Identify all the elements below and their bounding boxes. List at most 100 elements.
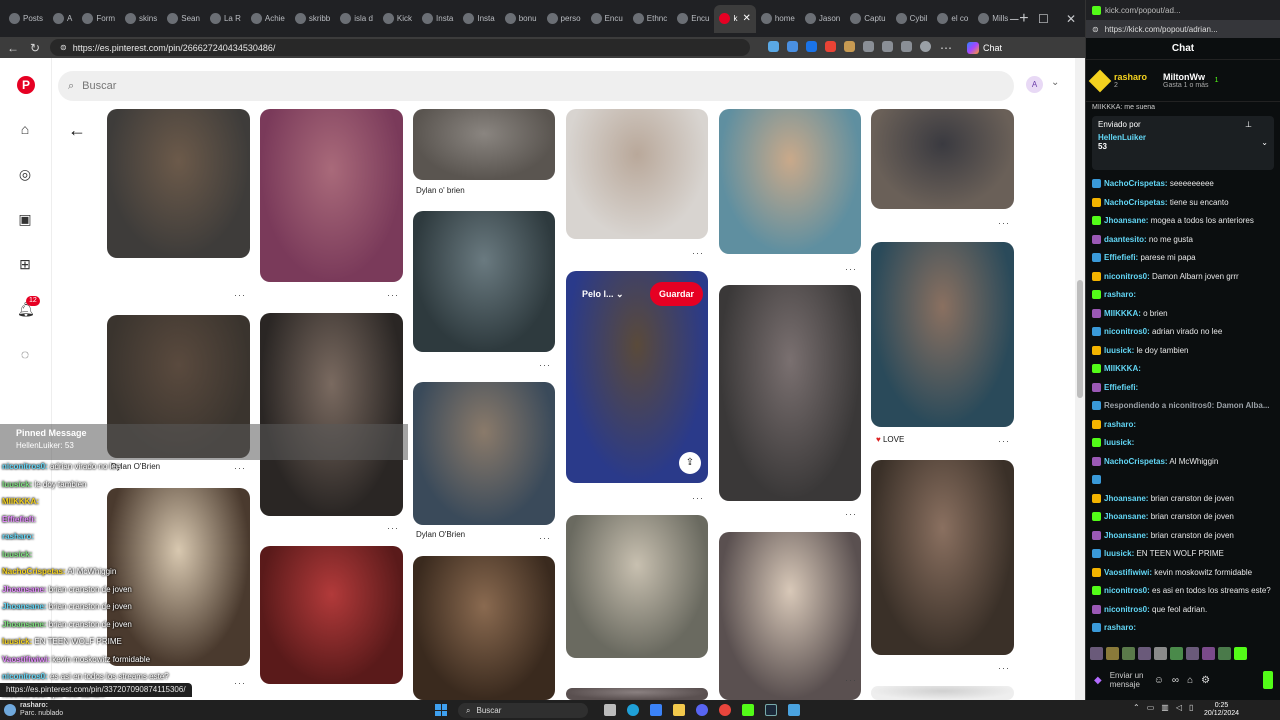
- site-info-icon[interactable]: ⊜: [1092, 25, 1099, 34]
- emote[interactable]: [1154, 646, 1167, 660]
- start-button[interactable]: [435, 704, 447, 716]
- more-menu-icon[interactable]: ⋯: [939, 41, 953, 55]
- more-options-icon[interactable]: ···: [692, 248, 704, 258]
- browser-tab[interactable]: k ✕: [714, 4, 756, 33]
- network-icon[interactable]: ▥: [1161, 703, 1169, 712]
- browser-tab[interactable]: isla d: [335, 5, 378, 33]
- pin-image[interactable]: [107, 109, 250, 258]
- mic-icon[interactable]: ◆: [1094, 675, 1102, 686]
- pinterest-logo-icon[interactable]: P: [17, 76, 35, 94]
- chat-username[interactable]: Jhoansane:: [1104, 531, 1148, 540]
- pin-image[interactable]: [871, 460, 1014, 655]
- browser-tab[interactable]: Cybil: [891, 5, 933, 33]
- site-info-icon[interactable]: ⊜: [60, 43, 67, 52]
- pin-image[interactable]: [107, 315, 250, 458]
- more-options-icon[interactable]: ···: [387, 290, 399, 300]
- pin-image[interactable]: [260, 109, 403, 282]
- chat-username[interactable]: MIIKKKA:: [1104, 364, 1141, 373]
- discord-icon[interactable]: [696, 704, 708, 716]
- more-options-icon[interactable]: ···: [539, 533, 551, 543]
- pin-image[interactable]: [107, 488, 250, 666]
- profile-avatar[interactable]: [920, 40, 931, 52]
- chat-username[interactable]: NachoCrispetas:: [1104, 198, 1168, 207]
- browser-tab[interactable]: skribb: [290, 5, 335, 33]
- edge-icon[interactable]: [627, 704, 639, 716]
- extension-icon[interactable]: [787, 40, 798, 52]
- chevron-down-icon[interactable]: ⌄: [1261, 138, 1268, 147]
- emoji-icon[interactable]: ☺: [1154, 675, 1164, 686]
- chat-username[interactable]: Jhoansane:: [1104, 512, 1148, 521]
- pin-image[interactable]: [871, 686, 1014, 700]
- chevron-up-icon[interactable]: ⌃: [1133, 703, 1140, 712]
- extension-icon[interactable]: [863, 40, 874, 52]
- more-options-icon[interactable]: ···: [998, 218, 1010, 228]
- browser-tab[interactable]: A: [48, 5, 77, 33]
- browser-tab[interactable]: bonu: [500, 5, 542, 33]
- emote[interactable]: [1202, 646, 1215, 660]
- extension-icon[interactable]: [806, 40, 817, 52]
- chat-username[interactable]: daantesito:: [1104, 235, 1147, 244]
- more-options-icon[interactable]: ···: [845, 264, 857, 274]
- share-icon[interactable]: ⇪: [679, 452, 701, 474]
- more-options-icon[interactable]: ···: [539, 360, 551, 370]
- emote[interactable]: [1186, 646, 1199, 660]
- chat-username[interactable]: niconitros0:: [1104, 272, 1150, 281]
- clock[interactable]: 0:25 20/12/2024: [1204, 702, 1239, 718]
- chat-username[interactable]: luusick:: [1104, 346, 1134, 355]
- store-icon[interactable]: [650, 704, 662, 716]
- chat-username[interactable]: rasharo:: [1104, 623, 1136, 632]
- settings-icon[interactable]: ⚙: [1201, 675, 1210, 686]
- minimize-button[interactable]: ─: [1010, 0, 1019, 37]
- notepad-icon[interactable]: [788, 704, 800, 716]
- chat-username[interactable]: Effiefiefi:: [1104, 383, 1138, 392]
- maximize-button[interactable]: ☐: [1038, 0, 1049, 37]
- search-input[interactable]: ⌕ Buscar: [58, 71, 1014, 101]
- browser-tab[interactable]: Kick: [378, 5, 417, 33]
- browser-tab[interactable]: Jason: [800, 5, 845, 33]
- pin-image[interactable]: [871, 109, 1014, 209]
- volume-icon[interactable]: ◁: [1176, 703, 1182, 712]
- send-button[interactable]: [1263, 671, 1273, 689]
- home-icon[interactable]: ⌂: [17, 121, 33, 137]
- pin-image[interactable]: [413, 382, 555, 525]
- chat-username[interactable]: NachoCrispetas:: [1104, 179, 1168, 188]
- extension-icon[interactable]: [825, 40, 836, 52]
- back-nav-icon[interactable]: ←: [6, 41, 20, 55]
- chat-username[interactable]: Jhoansane:: [1104, 216, 1148, 225]
- pin-image[interactable]: [871, 242, 1014, 427]
- browser-tab[interactable]: Mills: [973, 5, 1013, 33]
- emote[interactable]: [1218, 646, 1231, 660]
- browser-tab[interactable]: skins: [120, 5, 162, 33]
- close-window-button[interactable]: ✕: [1066, 0, 1076, 37]
- browser-tab[interactable]: perso: [542, 5, 586, 33]
- browser-tab[interactable]: Captu: [845, 5, 890, 33]
- emote[interactable]: [1122, 646, 1135, 660]
- pin-image[interactable]: [413, 109, 555, 180]
- back-arrow-icon[interactable]: ←: [68, 120, 86, 141]
- scroll-thumb[interactable]: [1077, 280, 1083, 398]
- browser-tab[interactable]: Ethnc: [628, 5, 672, 33]
- browser-tab[interactable]: Sean: [162, 5, 205, 33]
- extension-icon[interactable]: [882, 40, 893, 52]
- battery-icon[interactable]: ▯: [1189, 703, 1193, 712]
- chat-username[interactable]: Respondiendo a niconitros0: Damon Alba..…: [1104, 401, 1270, 410]
- chat-username[interactable]: Vaostifiwiwi:: [1104, 568, 1152, 577]
- store-icon[interactable]: ⌂: [1187, 675, 1193, 686]
- emote[interactable]: [1138, 646, 1151, 660]
- chat-username[interactable]: rasharo:: [1104, 290, 1136, 299]
- url-field[interactable]: ⊜ https://es.pinterest.com/pin/266627240…: [50, 39, 750, 56]
- chat-username[interactable]: luusick:: [1104, 438, 1134, 447]
- more-options-icon[interactable]: ···: [845, 675, 857, 685]
- more-options-icon[interactable]: ···: [234, 290, 246, 300]
- chat-username[interactable]: MIIKKKA:: [1104, 309, 1141, 318]
- chrome-icon[interactable]: [719, 704, 731, 716]
- chevron-down-icon[interactable]: ⌄: [1051, 77, 1059, 88]
- create-icon[interactable]: ⊞: [17, 256, 33, 272]
- page-scrollbar[interactable]: [1075, 58, 1085, 700]
- browser-tab[interactable]: home: [756, 5, 800, 33]
- infinity-icon[interactable]: ∞: [1172, 675, 1179, 686]
- keyboard-icon[interactable]: ▭: [1147, 703, 1155, 712]
- taskbar-widget[interactable]: rasharo: Parc. nublado: [4, 702, 63, 718]
- pin-image[interactable]: [719, 532, 861, 700]
- chat-input[interactable]: Enviar un mensaje: [1110, 671, 1146, 689]
